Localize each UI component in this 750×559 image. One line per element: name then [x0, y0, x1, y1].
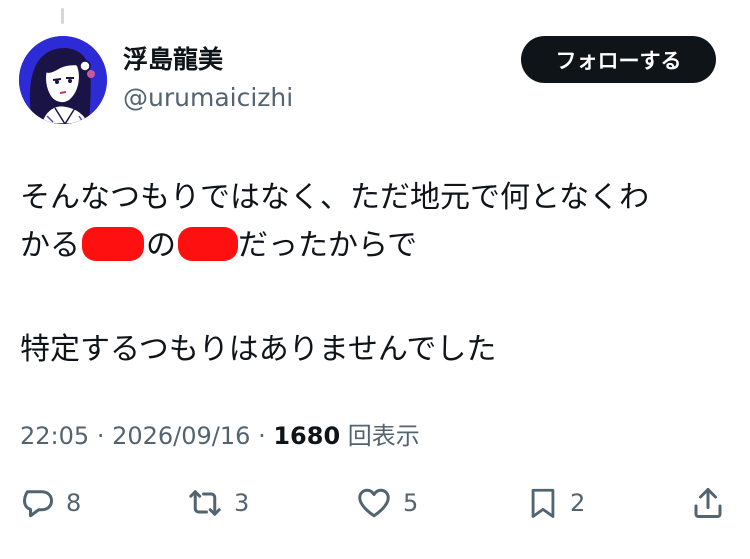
- reply-icon: [23, 490, 53, 518]
- retweet-icon: [189, 490, 221, 516]
- like-button[interactable]: 5: [355, 478, 418, 528]
- tweet-line-text: だったからで: [238, 228, 418, 263]
- bookmark-icon: [531, 488, 555, 518]
- tweet-text: そんなつもりではなく、ただ地元で何となくわ かる の だったからで 特定するつもりは…: [20, 174, 730, 374]
- retweet-count: 3: [234, 489, 250, 517]
- bookmark-button[interactable]: 2: [526, 478, 585, 528]
- tweet-actions-bar: 8 3 5 2: [0, 478, 750, 528]
- avatar[interactable]: [19, 36, 107, 124]
- bookmark-count: 2: [570, 489, 586, 517]
- tweet-time[interactable]: 22:05: [20, 422, 89, 450]
- meta-separator: ·: [96, 422, 105, 450]
- tweet-line-text: の: [146, 228, 176, 263]
- user-handle[interactable]: @urumaicizhi: [123, 83, 293, 113]
- tweet-meta: 22:05 · 2026/09/16 · 1680 回表示: [20, 420, 420, 452]
- tweet-date[interactable]: 2026/09/16: [112, 422, 250, 450]
- share-icon: [694, 488, 722, 518]
- tweet-line-text: 特定するつもりはありませんでした: [20, 332, 497, 367]
- tweet-line: そんなつもりではなく、ただ地元で何となくわ: [20, 174, 730, 222]
- tweet-line-text: そんなつもりではなく、ただ地元で何となくわ: [20, 180, 650, 215]
- reply-button[interactable]: 8: [20, 478, 81, 528]
- redaction-mark: [82, 227, 144, 261]
- reply-count: 8: [66, 489, 82, 517]
- tweet-line-text: かる: [20, 228, 80, 263]
- like-count: 5: [403, 489, 419, 517]
- share-button[interactable]: [690, 478, 726, 528]
- tweet-line: かる の だったからで: [20, 222, 730, 270]
- thread-connector-line: [61, 8, 64, 24]
- retweet-button[interactable]: 3: [186, 478, 249, 528]
- views-label: 回表示: [347, 422, 420, 450]
- heart-icon: [358, 488, 390, 518]
- follow-button[interactable]: フォローする: [521, 36, 716, 83]
- views-count: 1680: [273, 422, 341, 450]
- redaction-mark: [178, 227, 238, 261]
- display-name[interactable]: 浮島龍美: [123, 45, 223, 75]
- tweet-line: 特定するつもりはありませんでした: [20, 326, 730, 374]
- avatar-illustration-icon: [19, 36, 107, 124]
- meta-separator: ·: [258, 422, 266, 450]
